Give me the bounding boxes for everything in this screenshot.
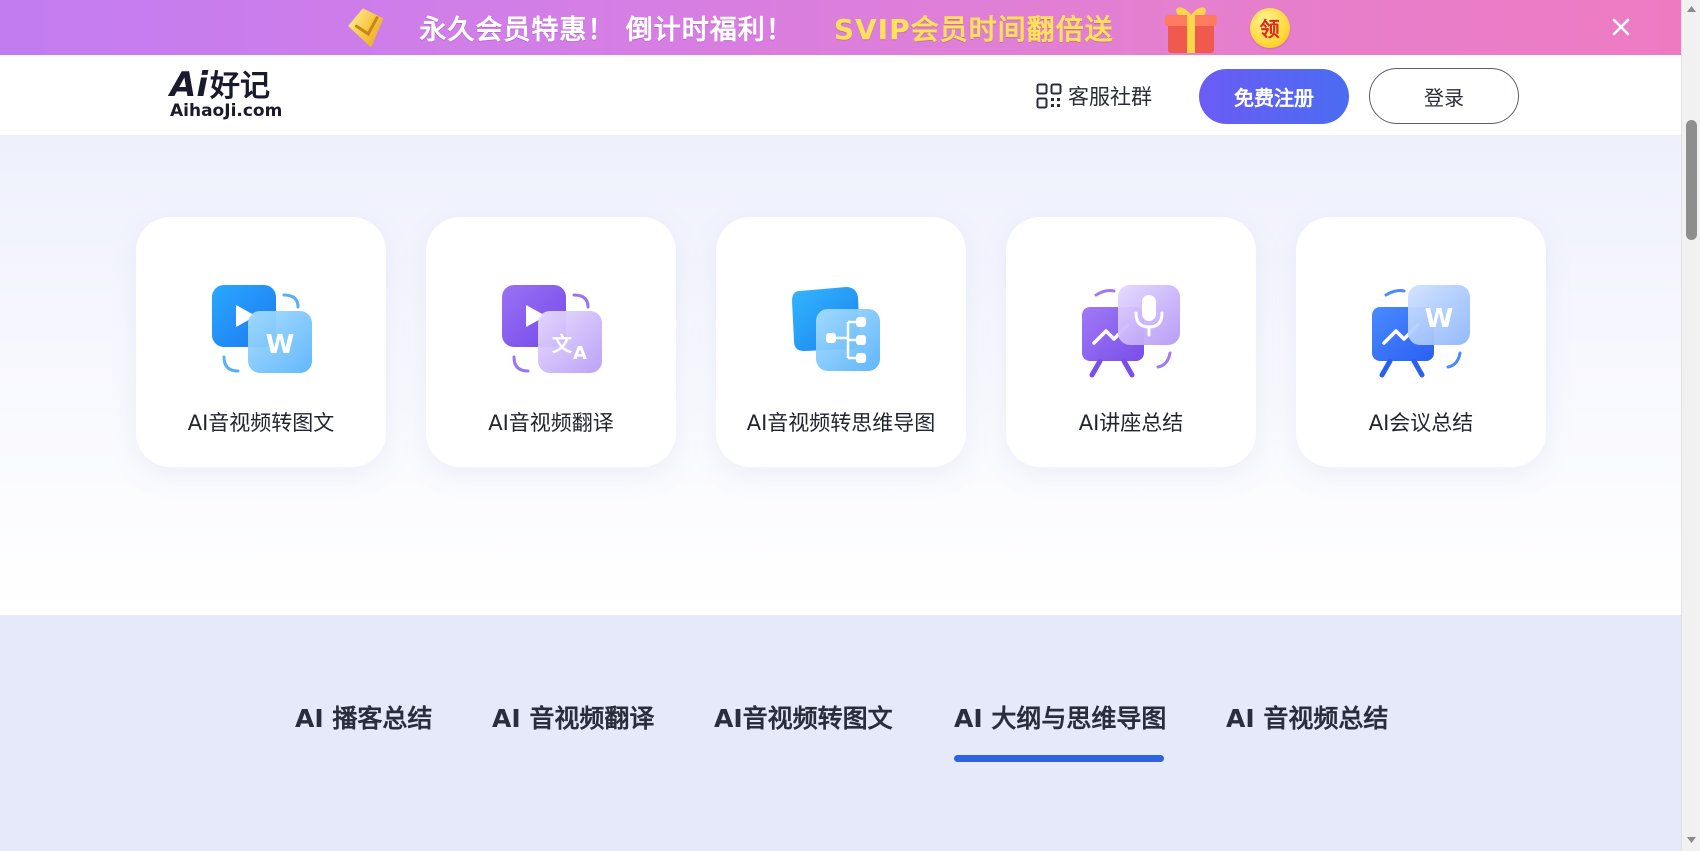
feature-label: AI会议总结 [1368, 411, 1474, 435]
svg-text:W: W [266, 330, 295, 360]
promo-banner[interactable]: 永久会员特惠！ 倒计时福利！ SVIP会员时间翻倍送 领 [0, 0, 1681, 55]
promo-headline: 永久会员特惠！ 倒计时福利！ [419, 15, 794, 46]
feature-section: W AI音视频转图文 文 A AI音视频翻译 AI音视频转思维导图 AI讲座总结… [0, 135, 1681, 615]
feature-card-translate[interactable]: 文 A AI音视频翻译 [426, 217, 676, 467]
feature-card-lecture[interactable]: AI讲座总结 [1006, 217, 1256, 467]
logo-cn-text: 好记 [209, 69, 270, 104]
claim-badge[interactable]: 领 [1249, 7, 1290, 48]
feature-label: AI音视频转思维导图 [746, 411, 936, 435]
svg-text:W: W [1425, 304, 1454, 334]
diamond-badge-icon [348, 7, 384, 48]
login-button[interactable]: 登录 [1369, 68, 1519, 124]
tab-av-to-text[interactable]: AI音视频转图文 [714, 699, 893, 735]
site-logo[interactable]: Ai 好记 AihaoJi.com [170, 67, 290, 127]
feature-card-mindmap[interactable]: AI音视频转思维导图 [716, 217, 966, 467]
video-to-word-icon: W [212, 285, 312, 373]
qr-code-icon [1036, 83, 1062, 109]
feature-label: AI讲座总结 [1078, 411, 1184, 435]
gift-box-icon [1164, 6, 1217, 53]
close-icon[interactable] [1607, 13, 1635, 41]
service-label: 客服社群 [1068, 85, 1152, 109]
video-translate-icon: 文 A [502, 285, 602, 373]
page-scrollbar[interactable] [1681, 0, 1700, 851]
tab-av-summary[interactable]: AI 音视频总结 [1226, 699, 1388, 735]
svg-text:文: 文 [552, 332, 573, 356]
logo-url-text: AihaoJi.com [170, 101, 283, 121]
feature-card-meeting[interactable]: W AI会议总结 [1296, 217, 1546, 467]
scroll-up-icon[interactable] [1686, 4, 1697, 14]
lecture-mic-icon [1082, 285, 1180, 378]
feature-label: AI音视频转图文 [187, 411, 335, 435]
logo-ai-text: Ai [170, 65, 208, 105]
tab-podcast-summary[interactable]: AI 播客总结 [295, 699, 432, 735]
video-mindmap-icon [792, 287, 880, 371]
feature-tabs-section: AI 播客总结 AI 音视频翻译 AI音视频转图文 AI 大纲与思维导图 AI … [0, 615, 1681, 851]
scroll-down-icon[interactable] [1686, 835, 1697, 845]
scroll-thumb[interactable] [1686, 120, 1697, 240]
tab-av-translate[interactable]: AI 音视频翻译 [492, 699, 654, 735]
promo-highlight: SVIP会员时间翻倍送 [833, 12, 1114, 46]
tab-outline-mindmap[interactable]: AI 大纲与思维导图 [954, 699, 1166, 735]
meeting-word-icon: W [1372, 285, 1470, 378]
register-button[interactable]: 免费注册 [1199, 69, 1349, 124]
svg-text:A: A [573, 343, 587, 364]
feature-card-video-to-text[interactable]: W AI音视频转图文 [136, 217, 386, 467]
active-tab-indicator [954, 755, 1164, 762]
site-header: Ai 好记 AihaoJi.com 客服社群 免费注册 登录 [0, 55, 1681, 135]
feature-label: AI音视频翻译 [488, 411, 614, 435]
customer-service-link[interactable]: 客服社群 [1036, 81, 1152, 111]
